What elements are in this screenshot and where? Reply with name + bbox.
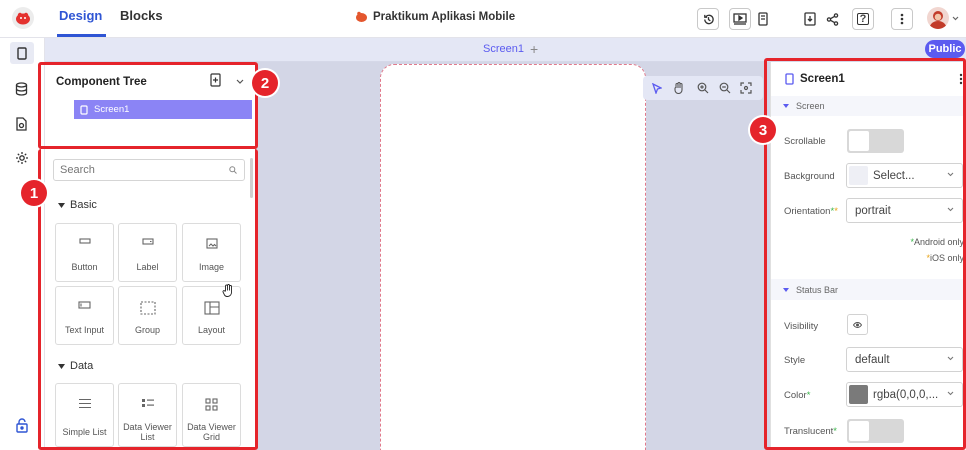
database-icon [15,82,28,96]
help-icon: ? [857,13,869,25]
rail-item-database[interactable] [15,82,28,96]
preview-button[interactable] [729,8,751,30]
more-button[interactable] [891,8,913,30]
zoom-in-icon[interactable] [697,82,709,94]
top-bar: Design Blocks Praktikum Aplikasi Mobile … [0,0,966,38]
file-icon [16,117,27,131]
canvas-toolbar [643,76,763,100]
export-icon [804,12,816,26]
history-icon [703,14,714,24]
phone-icon [17,46,27,60]
project-icon [356,11,367,22]
annotation-box-tree [38,62,258,149]
annotation-box-properties [764,58,966,450]
fit-screen-icon[interactable] [740,82,752,94]
rail-item-settings[interactable] [15,151,29,165]
project-title-text: Praktikum Aplikasi Mobile [373,10,516,23]
hand-icon[interactable] [673,82,684,94]
tab-design[interactable]: Design [59,8,102,23]
zoom-out-icon[interactable] [719,82,731,94]
help-button[interactable]: ? [852,8,874,30]
device-button[interactable] [752,8,774,30]
play-icon [733,13,747,25]
add-screen-button[interactable]: + [530,41,538,57]
cursor-icon[interactable] [652,83,662,94]
annotation-badge-1: 1 [21,180,47,206]
user-avatar[interactable] [927,7,949,29]
rail-item-lock[interactable] [16,418,28,433]
more-icon [900,13,904,25]
app-logo[interactable] [12,7,34,29]
history-button[interactable] [697,8,719,30]
public-badge[interactable]: Public [925,40,965,58]
rail-item-screens[interactable] [10,42,34,64]
gear-icon [16,152,28,164]
lock-icon [16,418,28,433]
tab-screen1[interactable]: Screen1 [483,43,524,55]
share-button[interactable] [821,8,843,30]
annotation-badge-3: 3 [750,117,776,143]
annotation-box-palette [38,149,258,450]
annotation-badge-2: 2 [252,70,278,96]
phone-screen-canvas[interactable] [380,64,646,450]
project-title: Praktikum Aplikasi Mobile [355,10,515,23]
chevron-down-icon[interactable] [952,16,959,21]
tab-design-underline [57,34,106,37]
export-button[interactable] [799,8,821,30]
device-icon [758,12,768,26]
rail-item-assets[interactable] [16,117,27,131]
tab-blocks[interactable]: Blocks [120,8,163,23]
share-icon [826,12,838,26]
